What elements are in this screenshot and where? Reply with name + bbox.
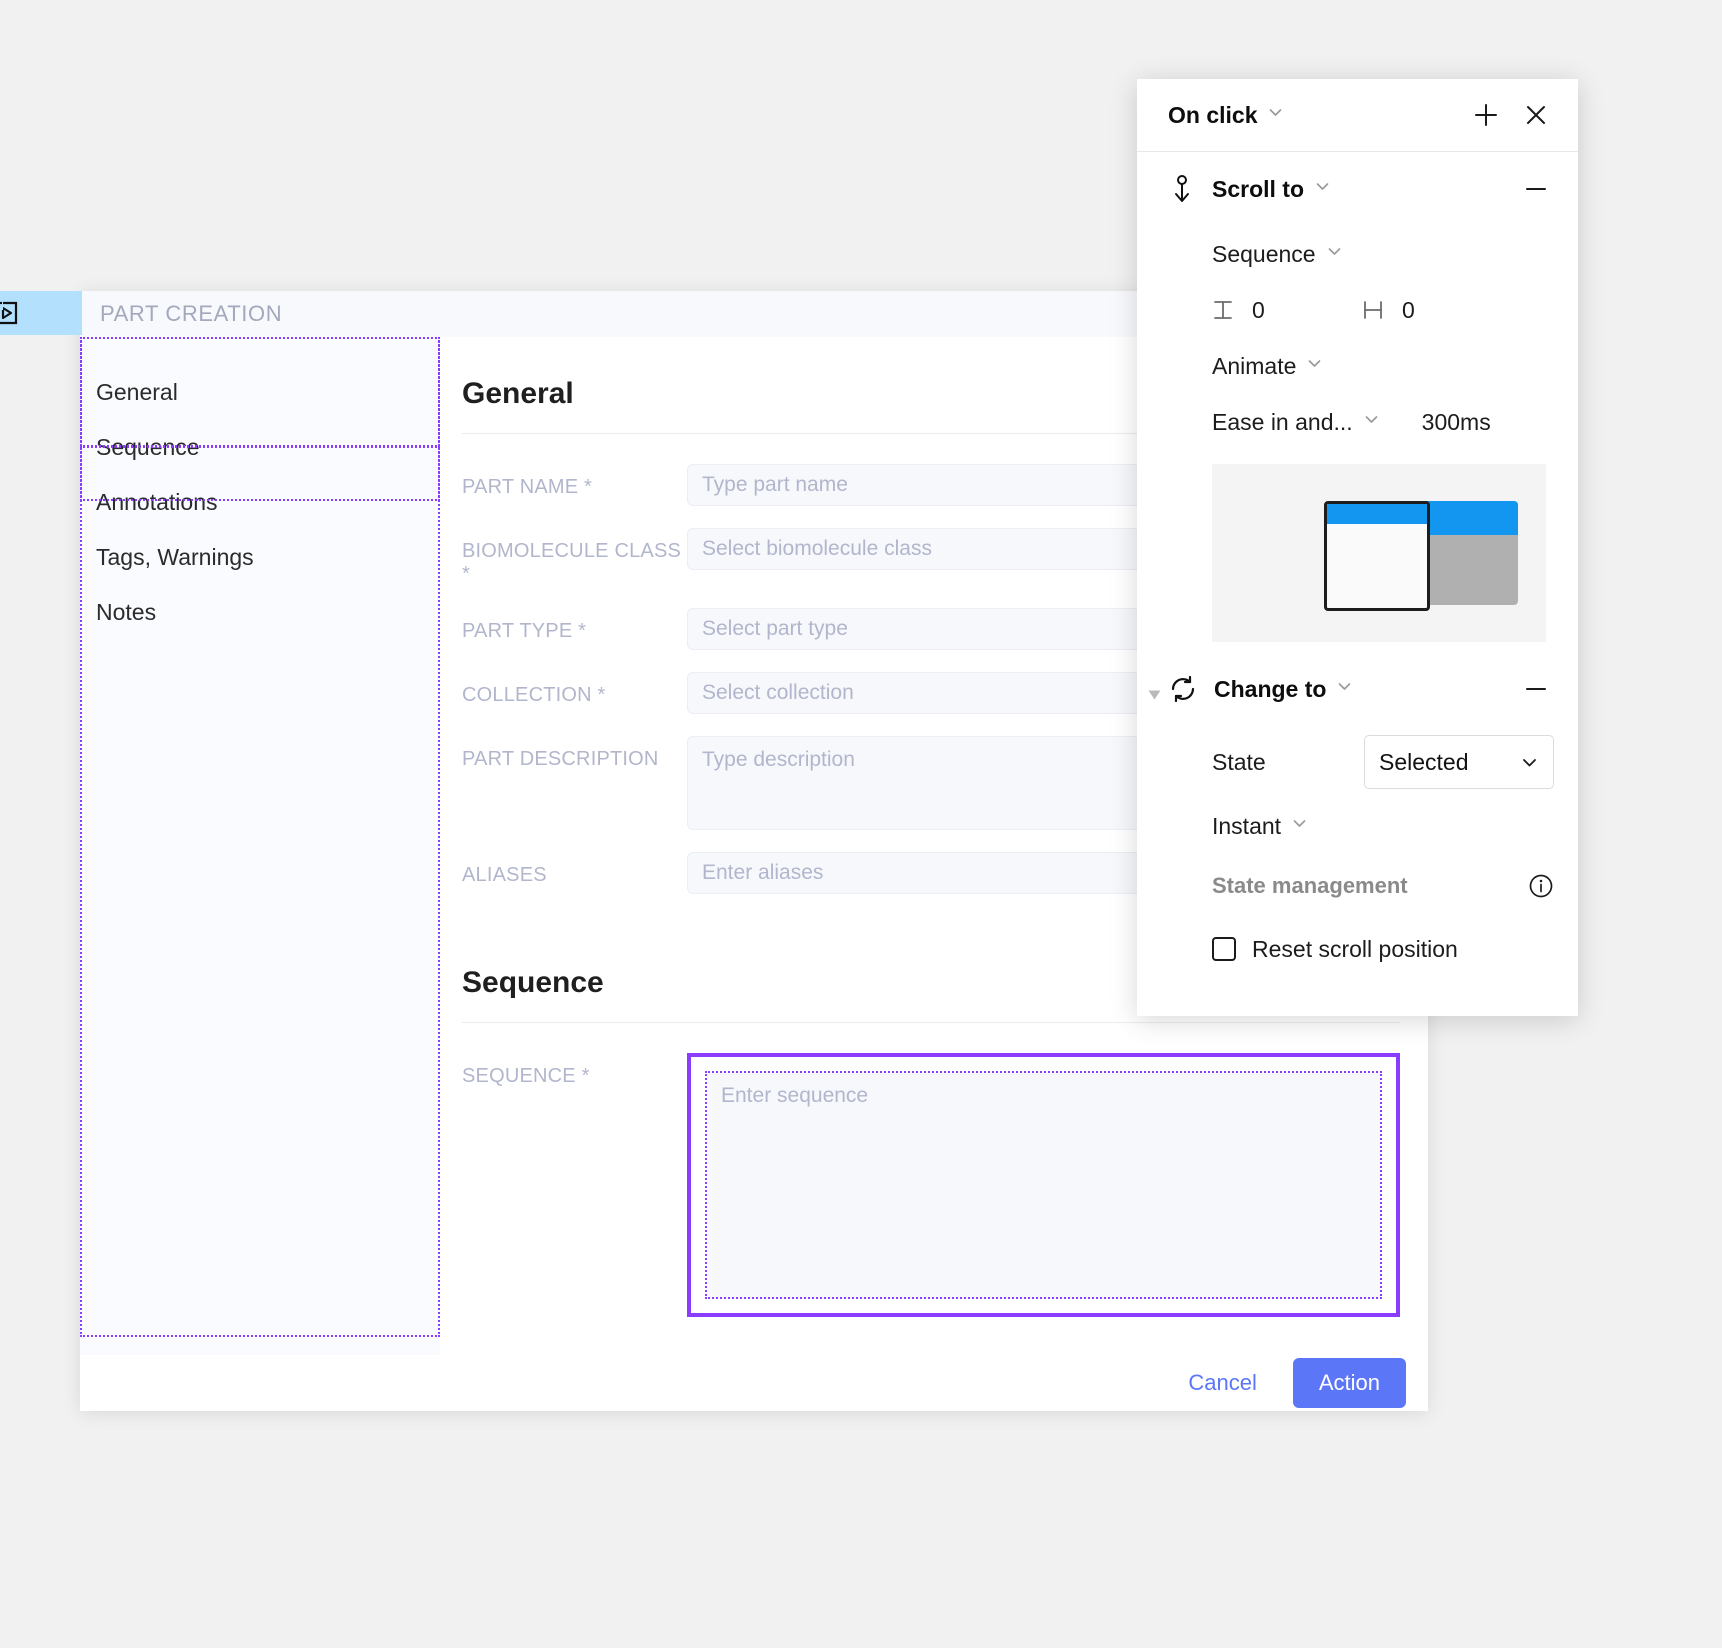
preview-frame-after [1420,501,1518,605]
sidebar-item-label: Notes [96,599,157,625]
vertical-offset-value: 0 [1252,296,1265,323]
field-label: ALIASES [462,864,547,886]
state-select-value: Selected [1379,748,1469,775]
sidebar-item-tags-warnings[interactable]: Tags, Warnings [80,530,440,585]
action-change-to-header: Change to [1148,652,1554,726]
chevron-down-icon[interactable] [1267,104,1284,126]
preview-bar [1420,501,1518,535]
duration-value[interactable]: 300ms [1422,409,1491,436]
reset-scroll-label: Reset scroll position [1252,935,1458,962]
info-icon[interactable] [1528,873,1554,899]
scroll-target-value: Sequence [1212,240,1316,267]
action-button[interactable]: Action [1292,1358,1406,1408]
modal-title: PART CREATION [100,301,283,326]
panel-bottom-padding [1168,980,1554,1016]
easing-row: Ease in and... 300ms [1168,394,1554,450]
horizontal-offset-value: 0 [1402,296,1415,323]
chevron-down-icon[interactable] [1326,243,1343,265]
timing-value: Instant [1212,812,1282,839]
timing-row[interactable]: Instant [1168,798,1554,854]
action-change-to: Change to State Selected Instant State m… [1137,652,1578,1016]
sidebar-item-notes[interactable]: Notes [80,585,440,640]
chevron-down-icon[interactable] [1291,815,1308,837]
scroll-offset-row: 0 0 [1168,282,1554,338]
sidebar-item-label: Tags, Warnings [96,544,254,570]
prototype-play-icon [0,300,19,326]
sidebar-item-label: General [96,379,178,405]
field-label: BIOMOLECULE CLASS * [462,540,682,585]
field-label: PART NAME * [462,476,593,498]
preview-frame-before [1324,501,1430,611]
action-scroll-to: Scroll to Sequence 0 0 Animate Ease in a… [1137,152,1578,642]
state-management-row: State management [1168,854,1554,918]
state-select[interactable]: Selected [1364,735,1554,789]
reset-scroll-checkbox[interactable] [1212,937,1236,961]
sequence-selection-outline: Enter sequence [687,1053,1400,1317]
close-icon[interactable] [1518,97,1554,133]
field-label: PART DESCRIPTION [462,748,659,770]
modal-footer: Cancel Action [80,1355,1428,1411]
sidebar-item-label: Sequence [96,434,200,460]
preview-bar [1327,504,1427,524]
sidebar-item-sequence[interactable]: Sequence [80,420,440,475]
interaction-panel: On click Scroll to Sequence 0 0 Animate … [1137,79,1578,1016]
collapse-minus-icon[interactable] [1518,671,1554,707]
field-label: PART TYPE * [462,620,587,642]
animation-mode-row[interactable]: Animate [1168,338,1554,394]
horizontal-offset-icon [1362,299,1384,321]
section-divider [462,1022,1400,1023]
interaction-panel-header: On click [1137,79,1578,152]
chevron-down-icon[interactable] [1336,678,1353,700]
state-management-label: State management [1212,873,1408,898]
action-scroll-to-header: Scroll to [1168,152,1554,226]
interaction-chip[interactable]: ion [0,291,82,335]
vertical-offset-icon [1212,299,1234,321]
sidebar-item-label: Annotations [96,489,218,515]
vertical-offset-field[interactable]: 0 [1212,297,1362,324]
field-label: COLLECTION * [462,684,606,706]
sequence-textarea[interactable]: Enter sequence [707,1073,1380,1297]
design-canvas: Part edit/creation modal PART CREATION G… [0,0,1722,1648]
horizontal-offset-field[interactable]: 0 [1362,297,1512,324]
plus-icon[interactable] [1468,97,1504,133]
sidebar-item-general[interactable]: General [80,365,440,420]
scroll-preview-thumbnail [1212,464,1546,642]
animation-mode-value: Animate [1212,352,1297,379]
chevron-down-icon[interactable] [1363,411,1380,433]
sidebar-item-annotations[interactable]: Annotations [80,475,440,530]
easing-value[interactable]: Ease in and... [1212,409,1353,436]
disclosure-triangle-icon[interactable] [1148,690,1161,700]
reset-scroll-row[interactable]: Reset scroll position [1168,918,1554,980]
modal-sidebar: General Sequence Annotations Tags, Warni… [80,337,440,1355]
scroll-anchor-icon [1168,174,1196,204]
sequence-layer-outline: Enter sequence [705,1071,1382,1299]
chevron-down-icon[interactable] [1306,355,1323,377]
chevron-down-icon [1520,753,1539,772]
state-row: State Selected [1168,726,1554,798]
collapse-minus-icon[interactable] [1518,171,1554,207]
cancel-button[interactable]: Cancel [1180,1364,1264,1402]
state-label: State [1212,748,1266,775]
trigger-label[interactable]: On click [1168,102,1257,129]
action-name: Change to [1214,675,1327,702]
field-sequence: SEQUENCE * Enter sequence [462,1053,1400,1317]
field-label: SEQUENCE * [462,1065,590,1087]
chevron-down-icon[interactable] [1314,178,1331,200]
scroll-target-row[interactable]: Sequence [1168,226,1554,282]
action-name: Scroll to [1212,175,1305,202]
change-to-swap-icon [1168,674,1198,704]
